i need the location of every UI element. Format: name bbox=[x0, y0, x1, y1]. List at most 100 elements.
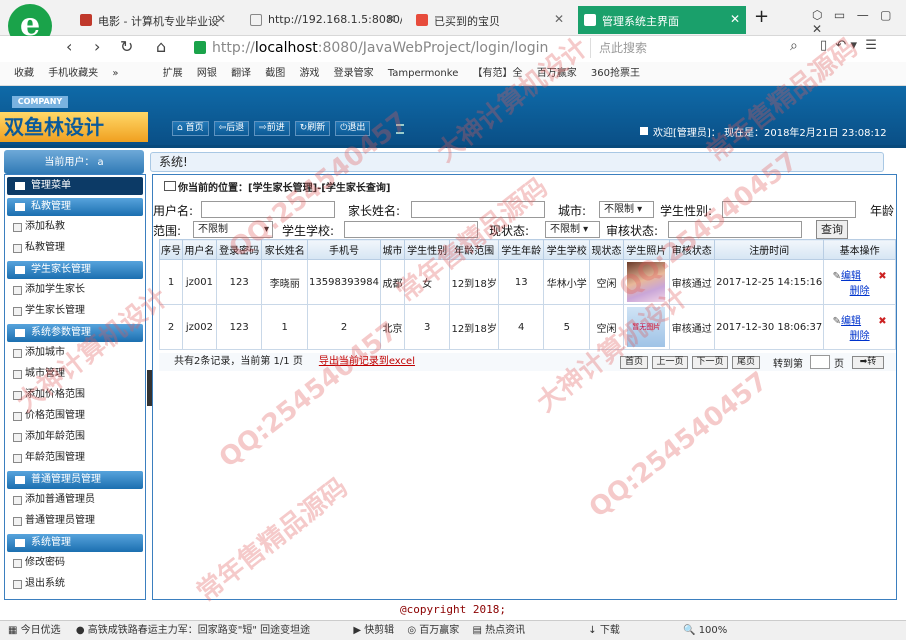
browser-tab-1[interactable]: 电影 - 计算机专业毕业设 ✕ bbox=[74, 6, 232, 34]
parent-name-label: 家长姓名: bbox=[348, 204, 401, 218]
query-button[interactable]: 查询 bbox=[816, 220, 848, 239]
delete-link[interactable]: 删除 bbox=[850, 286, 870, 297]
bookmark-item[interactable]: » bbox=[112, 68, 118, 79]
delete-x-icon[interactable]: ✖ bbox=[878, 271, 886, 282]
no-photo-placeholder[interactable]: 暂无图片 bbox=[627, 307, 666, 347]
status-news[interactable]: ● 高铁成铁路春运主力军：回家路变"短" 回途变坦途 bbox=[76, 625, 310, 636]
goto-label: 转到第 bbox=[773, 359, 803, 370]
next-page-button[interactable]: 下一页 bbox=[692, 356, 728, 369]
export-excel-link[interactable]: 导出当前记录到excel bbox=[319, 356, 415, 367]
cell-status: 空闲 bbox=[589, 259, 624, 305]
browser-tab-active[interactable]: 管理系统主界面 ✕ bbox=[578, 6, 746, 34]
menu-icon[interactable] bbox=[396, 124, 404, 134]
status-item[interactable]: ▶ 快剪辑 bbox=[353, 625, 394, 636]
menu-group-parent[interactable]: 学生家长管理 bbox=[7, 261, 143, 279]
close-tab-icon[interactable]: ✕ bbox=[386, 12, 396, 26]
col-age: 学生年龄 bbox=[497, 239, 545, 260]
menu-item-city-manage[interactable]: 城市管理 bbox=[5, 363, 145, 384]
delete-link[interactable]: 删除 bbox=[850, 331, 870, 342]
menu-item-parent-manage[interactable]: 学生家长管理 bbox=[5, 300, 145, 321]
edit-link[interactable]: 编辑 bbox=[841, 316, 861, 327]
status-item-label: 热点资讯 bbox=[485, 625, 526, 636]
prev-page-button[interactable]: 上一页 bbox=[652, 356, 688, 369]
menu-group-system[interactable]: 系统管理 bbox=[7, 534, 143, 552]
bookmark-item[interactable]: 登录管家 bbox=[334, 68, 374, 79]
username-input[interactable] bbox=[201, 201, 335, 218]
bookmark-item[interactable]: 截图 bbox=[265, 68, 285, 79]
first-page-button[interactable]: 首页 bbox=[620, 356, 648, 369]
bookmark-item[interactable]: 【有范】全 bbox=[473, 68, 523, 79]
logout-button[interactable]: ⏻退出 bbox=[335, 121, 371, 136]
toolbar-icons[interactable]: ▯ ↶ ▾ ☰ bbox=[820, 38, 877, 53]
close-tab-icon[interactable]: ✕ bbox=[554, 12, 564, 26]
bookmark-item[interactable]: Tampermonke bbox=[388, 68, 459, 79]
back-icon[interactable]: ‹ bbox=[66, 37, 72, 56]
home-icon[interactable]: ⌂ bbox=[156, 37, 166, 56]
status-item[interactable]: ▦ 今日优选 bbox=[8, 625, 61, 636]
bookmark-item[interactable]: 翻译 bbox=[231, 68, 251, 79]
menu-item-add-tutor[interactable]: 添加私教 bbox=[5, 216, 145, 237]
status-item[interactable]: ▤ 热点资讯 bbox=[472, 625, 525, 636]
forward-button[interactable]: ⇨前进 bbox=[254, 121, 290, 136]
school-input[interactable] bbox=[344, 221, 478, 238]
status-item[interactable]: ↓ 下载 bbox=[588, 625, 620, 636]
browser-tab-2[interactable]: http://192.168.1.5:8080/✕ bbox=[244, 6, 402, 34]
menu-item-change-password[interactable]: 修改密码 bbox=[5, 552, 145, 573]
reload-icon[interactable]: ↻ bbox=[120, 37, 133, 56]
table-row: 1 jz001 123 李晓丽 13598393984 成都 女 12到18岁 … bbox=[159, 259, 896, 305]
home-button[interactable]: ⌂ 首页 bbox=[172, 121, 209, 136]
menu-item-logout[interactable]: 退出系统 bbox=[5, 573, 145, 594]
last-page-button[interactable]: 尾页 bbox=[732, 356, 760, 369]
close-tab-icon[interactable]: ✕ bbox=[216, 12, 226, 26]
menu-item-tutor-manage[interactable]: 私教管理 bbox=[5, 237, 145, 258]
status-select[interactable]: 不限制 ▾ bbox=[545, 221, 600, 238]
menu-item-add-parent[interactable]: 添加学生家长 bbox=[5, 279, 145, 300]
edit-link[interactable]: 编辑 bbox=[841, 271, 861, 282]
browser-tab-3[interactable]: 已买到的宝贝 ✕ bbox=[410, 6, 570, 34]
city-select[interactable]: 不限制 ▾ bbox=[599, 201, 654, 218]
copyright: @copyright 2018; bbox=[400, 603, 506, 616]
student-photo[interactable] bbox=[627, 262, 666, 302]
goto-page-input[interactable] bbox=[810, 355, 830, 369]
menu-group-params[interactable]: 系统参数管理 bbox=[7, 324, 143, 342]
bookmark-item[interactable]: 扩展 bbox=[163, 68, 183, 79]
back-button[interactable]: ⇦后退 bbox=[213, 121, 250, 136]
gender-label: 学生性别: bbox=[660, 204, 713, 218]
bookmark-item[interactable]: 游戏 bbox=[299, 68, 319, 79]
bookmark-item[interactable]: 百万赢家 bbox=[537, 68, 577, 79]
search-icon[interactable]: ⌕ bbox=[790, 38, 798, 54]
status-zoom[interactable]: 🔍 100% bbox=[683, 625, 727, 636]
window-controls[interactable]: ⬡ ▭ — ▢ ✕ bbox=[812, 8, 906, 36]
new-tab-button[interactable]: + bbox=[754, 6, 769, 27]
menu-item-admin-manage[interactable]: 普通管理员管理 bbox=[5, 510, 145, 531]
menu-item-price-manage[interactable]: 价格范围管理 bbox=[5, 405, 145, 426]
forward-icon[interactable]: › bbox=[94, 37, 100, 56]
bookmark-item[interactable]: 手机收藏夹 bbox=[48, 68, 98, 79]
bookmark-item[interactable]: 收藏 bbox=[14, 68, 34, 79]
search-input[interactable]: 点此搜索 bbox=[590, 38, 810, 58]
tab-label: 电影 - 计算机专业毕业设 bbox=[98, 15, 219, 28]
address-bar[interactable]: http://localhost:8080/JavaWebProject/log… bbox=[190, 38, 590, 58]
status-item[interactable]: ◎ 百万赢家 bbox=[407, 625, 459, 636]
menu-item-add-age[interactable]: 添加年龄范围 bbox=[5, 426, 145, 447]
tab-favicon-icon bbox=[80, 14, 92, 26]
menu-group-tutor[interactable]: 私教管理 bbox=[7, 198, 143, 216]
go-button[interactable]: ➡转 bbox=[852, 356, 884, 369]
menu-item-age-manage[interactable]: 年龄范围管理 bbox=[5, 447, 145, 468]
menu-item-add-city[interactable]: 添加城市 bbox=[5, 342, 145, 363]
bookmark-item[interactable]: 360抢票王 bbox=[591, 68, 640, 79]
age-range-label: 范围: bbox=[153, 224, 182, 238]
menu-item-add-price[interactable]: 添加价格范围 bbox=[5, 384, 145, 405]
bookmark-item[interactable]: 网银 bbox=[197, 68, 217, 79]
delete-x-icon[interactable]: ✖ bbox=[878, 316, 886, 327]
url-host: localhost bbox=[254, 40, 318, 56]
close-tab-icon[interactable]: ✕ bbox=[730, 12, 740, 26]
menu-group-admin[interactable]: 普通管理员管理 bbox=[7, 471, 143, 489]
audit-input[interactable] bbox=[668, 221, 802, 238]
age-range-select[interactable]: 不限制 ▾ bbox=[193, 221, 273, 238]
parent-name-input[interactable] bbox=[411, 201, 545, 218]
menu-group-header[interactable]: 管理菜单 bbox=[7, 177, 143, 195]
gender-input[interactable] bbox=[722, 201, 856, 218]
refresh-button[interactable]: ↻刷新 bbox=[294, 121, 331, 136]
menu-item-add-admin[interactable]: 添加普通管理员 bbox=[5, 489, 145, 510]
